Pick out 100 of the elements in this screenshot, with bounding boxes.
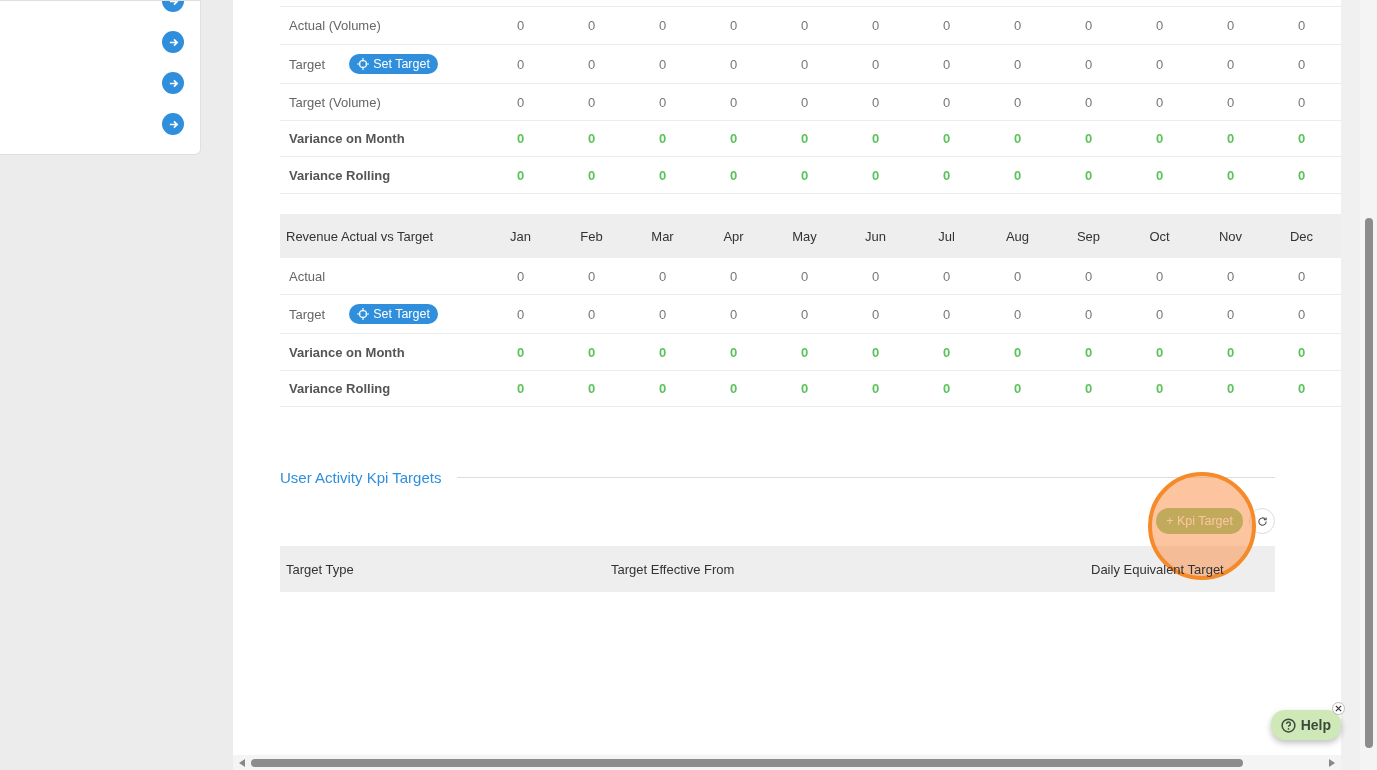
table-cell-text: 0 (657, 94, 668, 110)
table-cell-text: 0 (586, 94, 597, 110)
arrow-right-icon (167, 77, 179, 89)
refresh-icon (1256, 515, 1268, 527)
table-cell-text: 0 (1225, 306, 1236, 322)
row-label: Variance on Month (289, 344, 405, 360)
table-cell-text: 0 (941, 131, 952, 146)
table-cell-text: 0 (515, 94, 526, 110)
table-cell-text: 0 (1012, 268, 1023, 284)
table-cell-text: 0 (870, 56, 881, 72)
close-icon (1335, 705, 1342, 712)
arrow-right-icon (167, 36, 179, 48)
table-cell-text: 0 (799, 381, 810, 396)
crosshair-icon (357, 58, 370, 70)
horizontal-scrollbar[interactable] (233, 755, 1341, 770)
table-cell-text: 0 (1296, 18, 1307, 33)
table-cell-text: 0 (870, 94, 881, 110)
column-header: Jan (509, 228, 532, 244)
table-cell-text: 0 (586, 131, 597, 146)
table-cell-text: 0 (1083, 344, 1094, 360)
row-label: Actual (Volume) (289, 18, 381, 33)
crosshair-icon (357, 308, 370, 320)
table-cell-text: 0 (657, 306, 668, 322)
scroll-left-icon[interactable] (239, 758, 245, 767)
column-header: Nov (1217, 228, 1244, 244)
table-cell-text: 0 (1296, 56, 1307, 72)
table-cell-text: 0 (1154, 268, 1165, 284)
table-cell-text: 0 (728, 18, 739, 33)
table-cell-text: 0 (515, 167, 526, 183)
row-label: Target (289, 56, 326, 72)
vertical-scrollbar[interactable] (1360, 0, 1377, 770)
refresh-button[interactable] (1249, 508, 1275, 534)
table-cell-text: 0 (1296, 344, 1307, 360)
table-cell-text: 0 (1083, 18, 1094, 33)
table-cell-text: 0 (728, 268, 739, 284)
table-cell-text: 0 (1154, 306, 1165, 322)
table-cell-text: 0 (657, 167, 668, 183)
table-cell-text: 0 (1154, 167, 1165, 183)
scroll-right-icon[interactable] (1329, 758, 1335, 767)
table-cell-text: 0 (870, 381, 881, 396)
column-header: Target Effective From (610, 561, 736, 577)
help-button[interactable]: Help (1270, 710, 1341, 740)
arrow-right-icon (167, 118, 179, 130)
table-cell-text: 0 (515, 56, 526, 72)
table-cell-text: 0 (1225, 94, 1236, 110)
table-cell-text: 0 (1083, 167, 1094, 183)
table-cell-text: 0 (799, 268, 810, 284)
table-cell-text: 0 (870, 306, 881, 322)
table-cell-text: 0 (1012, 167, 1023, 183)
row-label: Variance Rolling (289, 381, 391, 396)
table-cell-text: 0 (799, 131, 810, 146)
table-cell-text: 0 (1296, 306, 1307, 322)
table-cell-text: 0 (1012, 131, 1023, 146)
table-cell-text: 0 (1154, 56, 1165, 72)
table-cell-text: 0 (1225, 344, 1236, 360)
column-header: Target Type (285, 561, 355, 577)
table-cell-text: 0 (586, 167, 597, 183)
set-target-button[interactable]: Set Target (349, 304, 438, 324)
table-cell-text: 0 (799, 18, 810, 33)
table-cell-text: 0 (1154, 94, 1165, 110)
table-cell-text: 0 (1296, 381, 1307, 396)
table-cell-text: 0 (515, 131, 526, 146)
table-cell-text: 0 (1225, 131, 1236, 146)
table-cell-text: 0 (1225, 381, 1236, 396)
column-header: Jul (937, 228, 956, 244)
table-cell-text: 0 (1012, 18, 1023, 33)
table-cell-text: 0 (586, 268, 597, 284)
scrollbar-thumb[interactable] (251, 758, 1243, 767)
table-cell-text: 0 (1012, 381, 1023, 396)
table-cell-text: 0 (515, 344, 526, 360)
scrollbar-thumb[interactable] (1364, 218, 1373, 748)
column-header: Oct (1148, 228, 1171, 244)
arrow-button[interactable] (162, 31, 184, 53)
question-icon (1280, 717, 1296, 733)
arrow-button[interactable] (162, 72, 184, 94)
table-cell-text: 0 (515, 381, 526, 396)
row-label: Variance on Month (289, 131, 405, 146)
table-cell-text: 0 (657, 268, 668, 284)
row-label: Target (289, 306, 326, 322)
row-label: Target (Volume) (289, 94, 381, 110)
column-header: Dec (1288, 228, 1315, 244)
table-cell-text: 0 (1296, 167, 1307, 183)
table-cell-text: 0 (799, 306, 810, 322)
table-cell-text: 0 (728, 381, 739, 396)
column-header: Revenue Actual vs Target (285, 228, 435, 244)
table-cell-text: 0 (1083, 131, 1094, 146)
table-cell-text: 0 (1154, 381, 1165, 396)
table-cell-text: 0 (941, 381, 952, 396)
set-target-button[interactable]: Set Target (349, 54, 438, 74)
column-header: May (791, 228, 818, 244)
arrow-button[interactable] (162, 113, 184, 135)
table-cell-text: 0 (1154, 18, 1165, 33)
table-cell-text: 0 (1225, 167, 1236, 183)
table-cell-text: 0 (1225, 268, 1236, 284)
table-cell-text: 0 (1012, 94, 1023, 110)
table-cell-text: 0 (728, 94, 739, 110)
table-cell-text: 0 (1225, 56, 1236, 72)
table-cell-text: 0 (728, 131, 739, 146)
table-cell-text: 0 (799, 344, 810, 360)
column-header: Sep (1075, 228, 1102, 244)
